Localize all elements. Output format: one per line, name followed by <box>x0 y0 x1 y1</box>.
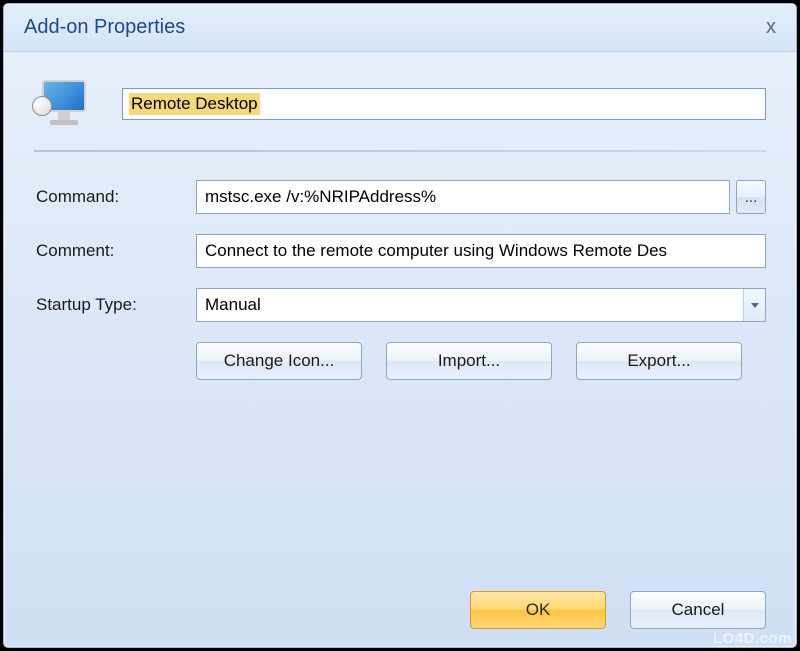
browse-command-button[interactable]: ... <box>736 180 766 214</box>
command-value: mstsc.exe /v:%NRIPAddress% <box>205 187 436 207</box>
addon-name-input[interactable]: Remote Desktop <box>122 88 766 120</box>
window-title: Add-on Properties <box>24 16 185 39</box>
action-button-row: Change Icon... Import... Export... <box>196 342 766 380</box>
watermark: LO4D.com <box>713 630 792 647</box>
comment-label: Comment: <box>34 241 196 261</box>
startup-type-row: Startup Type: Manual <box>34 288 766 322</box>
change-icon-button[interactable]: Change Icon... <box>196 342 362 380</box>
cancel-button[interactable]: Cancel <box>630 591 766 629</box>
dialog-window: Add-on Properties x Remote Desktop Comma… <box>3 3 797 648</box>
titlebar: Add-on Properties x <box>4 4 796 52</box>
comment-row: Comment: Connect to the remote computer … <box>34 234 766 268</box>
export-button[interactable]: Export... <box>576 342 742 380</box>
content-area: Remote Desktop Command: mstsc.exe /v:%NR… <box>4 52 796 380</box>
command-row: Command: mstsc.exe /v:%NRIPAddress% ... <box>34 180 766 214</box>
command-label: Command: <box>34 187 196 207</box>
name-row: Remote Desktop <box>34 78 766 130</box>
close-icon[interactable]: x <box>758 14 784 41</box>
footer-buttons: OK Cancel <box>470 591 766 629</box>
remote-desktop-monitor-icon <box>34 78 90 130</box>
import-button[interactable]: Import... <box>386 342 552 380</box>
command-input[interactable]: mstsc.exe /v:%NRIPAddress% <box>196 180 730 214</box>
ok-button[interactable]: OK <box>470 591 606 629</box>
chevron-down-icon[interactable] <box>743 289 765 321</box>
comment-input[interactable]: Connect to the remote computer using Win… <box>196 234 766 268</box>
comment-value: Connect to the remote computer using Win… <box>205 241 667 261</box>
startup-type-label: Startup Type: <box>34 295 196 315</box>
startup-type-value: Manual <box>197 289 743 321</box>
startup-type-select[interactable]: Manual <box>196 288 766 322</box>
separator <box>34 150 766 152</box>
addon-name-value: Remote Desktop <box>129 93 260 115</box>
